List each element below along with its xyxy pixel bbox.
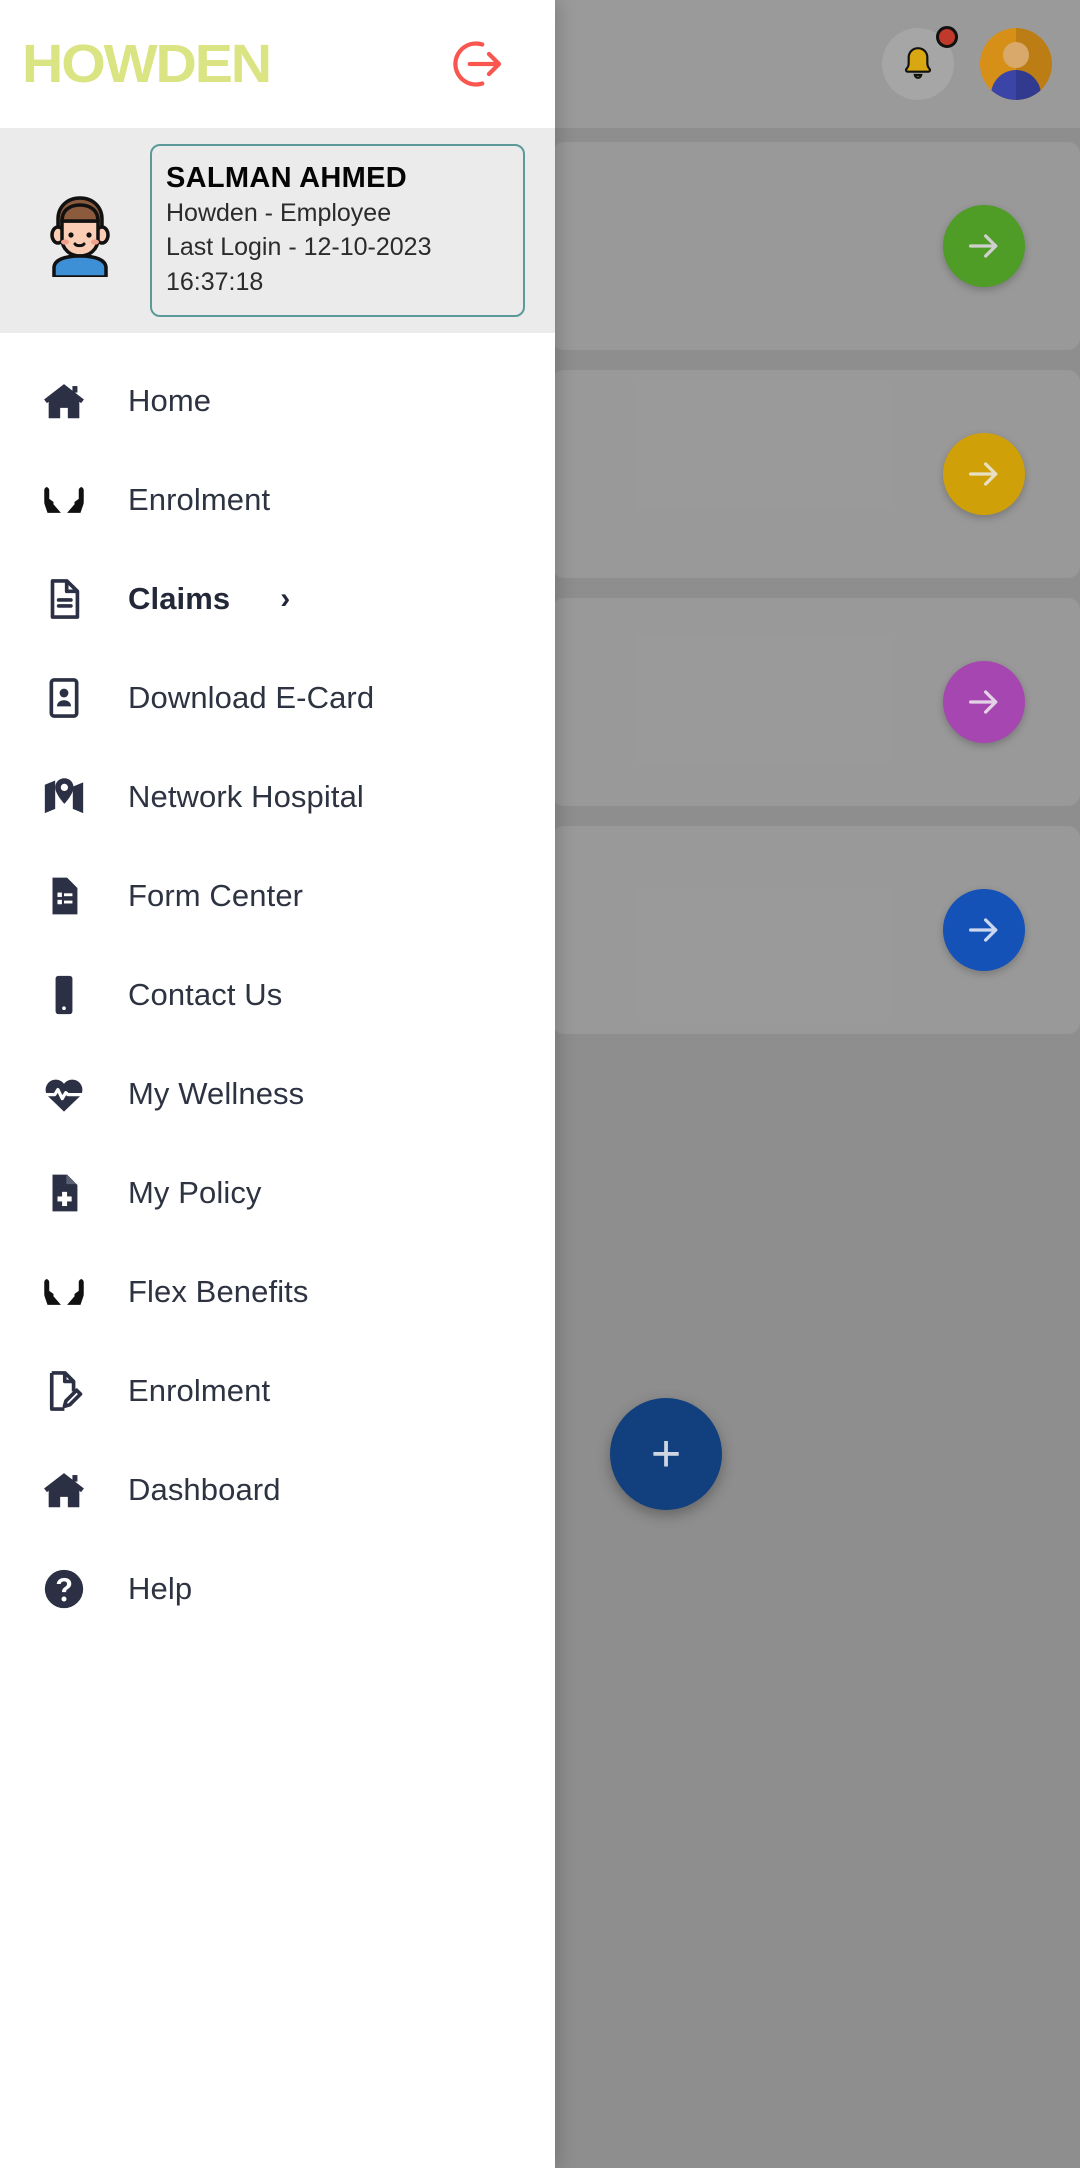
user-profile-section: SALMAN AHMED Howden - Employee Last Logi… <box>0 128 555 333</box>
sidebar-item-download-e-card[interactable]: Download E-Card <box>0 648 555 747</box>
sidebar-item-form-center[interactable]: Form Center <box>0 846 555 945</box>
map-pin-icon <box>38 774 90 820</box>
document-icon <box>38 576 90 622</box>
arrow-right-icon[interactable] <box>943 205 1025 287</box>
form-icon <box>38 873 90 919</box>
sidebar-item-dashboard[interactable]: Dashboard <box>0 1440 555 1539</box>
user-name: SALMAN AHMED <box>166 161 407 194</box>
hands-icon <box>38 477 90 523</box>
sidebar-item-help[interactable]: Help <box>0 1539 555 1638</box>
sidebar-item-my-policy[interactable]: My Policy <box>0 1143 555 1242</box>
mobile-phone-icon <box>38 972 90 1018</box>
background-card[interactable] <box>552 142 1080 350</box>
sidebar-item-label: Form Center <box>128 877 304 913</box>
sidebar-item-enrolment-edit[interactable]: Enrolment <box>0 1341 555 1440</box>
notifications-button[interactable] <box>882 26 958 100</box>
heart-pulse-icon <box>38 1071 90 1117</box>
sidebar-item-label: Dashboard <box>128 1471 281 1507</box>
sidebar-item-label: Home <box>128 382 212 418</box>
sidebar-item-my-wellness[interactable]: My Wellness <box>0 1044 555 1143</box>
plus-icon: + <box>650 1425 682 1483</box>
sidebar-item-claims[interactable]: Claims › <box>0 549 555 648</box>
sidebar-item-enrolment[interactable]: Enrolment <box>0 450 555 549</box>
user-avatar-illustration <box>38 185 122 279</box>
drawer-menu: Home Enrolment Claims › Download E-Card <box>0 333 555 2168</box>
hands-icon <box>38 1269 90 1315</box>
sidebar-item-flex-benefits[interactable]: Flex Benefits <box>0 1242 555 1341</box>
sidebar-item-label: My Wellness <box>128 1075 305 1111</box>
sidebar-item-label: My Policy <box>128 1174 262 1210</box>
user-role: Howden - Employee <box>166 198 392 227</box>
sidebar-item-label: Enrolment <box>128 1372 271 1408</box>
sidebar-item-label: Flex Benefits <box>128 1273 309 1309</box>
background-card[interactable] <box>552 598 1080 806</box>
sidebar-item-label: Contact Us <box>128 976 283 1012</box>
bell-icon <box>898 44 938 84</box>
user-info-card: SALMAN AHMED Howden - Employee Last Logi… <box>150 143 525 318</box>
background-card[interactable] <box>552 370 1080 578</box>
policy-document-icon <box>38 1170 90 1216</box>
last-login: Last Login - 12-10-2023 16:37:18 <box>166 233 432 296</box>
sidebar-item-network-hospital[interactable]: Network Hospital <box>0 747 555 846</box>
home-icon <box>38 1467 90 1513</box>
help-icon <box>38 1566 90 1612</box>
avatar-head <box>1003 42 1029 68</box>
avatar-body <box>991 70 1041 100</box>
sidebar-item-label: Network Hospital <box>128 778 364 814</box>
background-card[interactable] <box>552 826 1080 1034</box>
home-icon <box>38 378 90 424</box>
sidebar-item-label: Enrolment <box>128 481 271 517</box>
chevron-right-icon: › <box>280 581 291 615</box>
notification-badge <box>936 26 958 48</box>
sidebar-item-label: Download E-Card <box>128 679 375 715</box>
arrow-right-icon[interactable] <box>943 433 1025 515</box>
profile-avatar-button[interactable] <box>980 28 1052 100</box>
howden-logo: HOWDEN <box>22 34 272 94</box>
logout-button[interactable] <box>445 33 507 95</box>
id-card-icon <box>38 675 90 721</box>
drawer-header: HOWDEN <box>0 0 555 128</box>
sidebar-item-home[interactable]: Home <box>0 351 555 450</box>
sidebar-item-label: Help <box>128 1570 193 1606</box>
add-button[interactable]: + <box>610 1398 722 1510</box>
navigation-drawer: HOWDEN SALMAN AHMED Howden - Employee La… <box>0 0 555 2168</box>
arrow-right-icon[interactable] <box>943 661 1025 743</box>
arrow-right-icon[interactable] <box>943 889 1025 971</box>
sidebar-item-contact-us[interactable]: Contact Us <box>0 945 555 1044</box>
sidebar-item-label: Claims <box>128 580 231 616</box>
edit-document-icon <box>38 1368 90 1414</box>
